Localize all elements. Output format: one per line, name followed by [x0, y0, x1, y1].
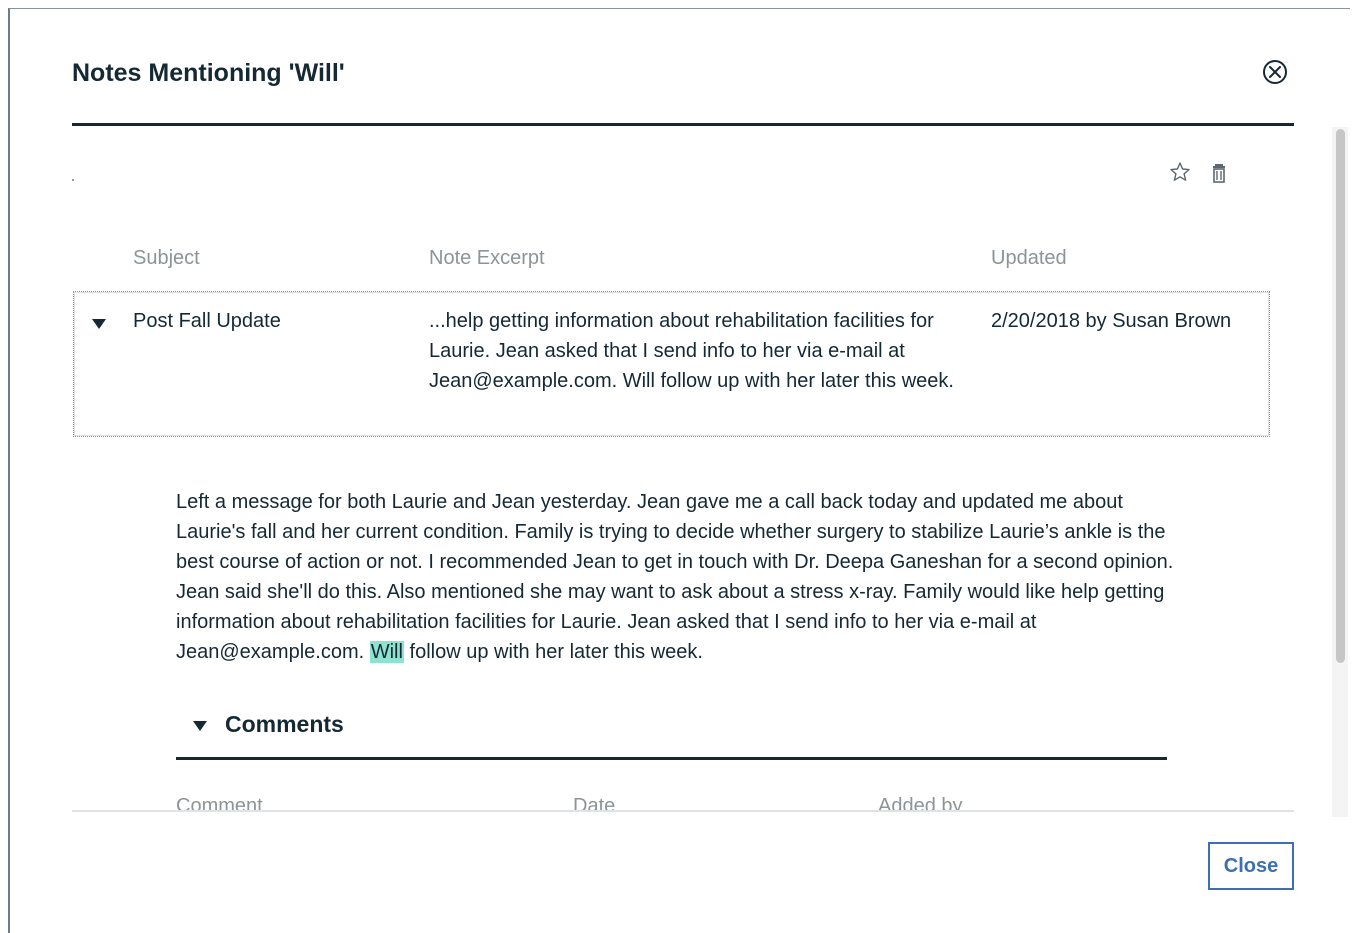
comments-table-header: Comment Date Added by	[72, 789, 1294, 811]
column-header-updated: Updated	[991, 247, 1067, 269]
caret-down-icon	[193, 721, 207, 731]
table-row[interactable]: Post Fall Update ...help getting informa…	[73, 291, 1270, 437]
note-body: Left a message for both Laurie and Jean …	[176, 487, 1176, 667]
trash-icon[interactable]	[1209, 161, 1231, 185]
bullet-dot	[72, 179, 74, 181]
footer-divider	[72, 810, 1294, 812]
scrollbar-thumb[interactable]	[1336, 129, 1345, 663]
comments-heading: Comments	[225, 711, 344, 737]
row-excerpt: ...help getting information about rehabi…	[429, 310, 954, 392]
star-icon[interactable]	[1169, 161, 1191, 185]
column-header-subject: Subject	[133, 247, 200, 269]
row-updated: 2/20/2018 by Susan Brown	[991, 310, 1232, 332]
search-highlight: Will	[369, 641, 404, 663]
close-button[interactable]: Close	[1208, 842, 1294, 890]
column-header-comment: Comment	[176, 795, 263, 811]
row-subject: Post Fall Update	[133, 310, 281, 332]
column-header-added-by: Added by	[878, 795, 963, 811]
note-body-text-end: follow up with her later this week.	[403, 641, 703, 663]
close-x-glyph	[1269, 66, 1281, 78]
column-header-date: Date	[573, 795, 616, 811]
notes-modal: Notes Mentioning 'Will' Subject Note Exc…	[8, 8, 1350, 933]
caret-down-icon[interactable]	[92, 319, 106, 329]
comments-divider	[176, 757, 1167, 760]
scrollbar[interactable]	[1332, 127, 1348, 817]
title-divider	[72, 123, 1294, 126]
close-circle-icon[interactable]	[1263, 60, 1287, 84]
note-body-text: Left a message for both Laurie and Jean …	[176, 491, 1174, 663]
modal-title: Notes Mentioning 'Will'	[72, 59, 345, 87]
column-header-excerpt: Note Excerpt	[429, 247, 545, 269]
